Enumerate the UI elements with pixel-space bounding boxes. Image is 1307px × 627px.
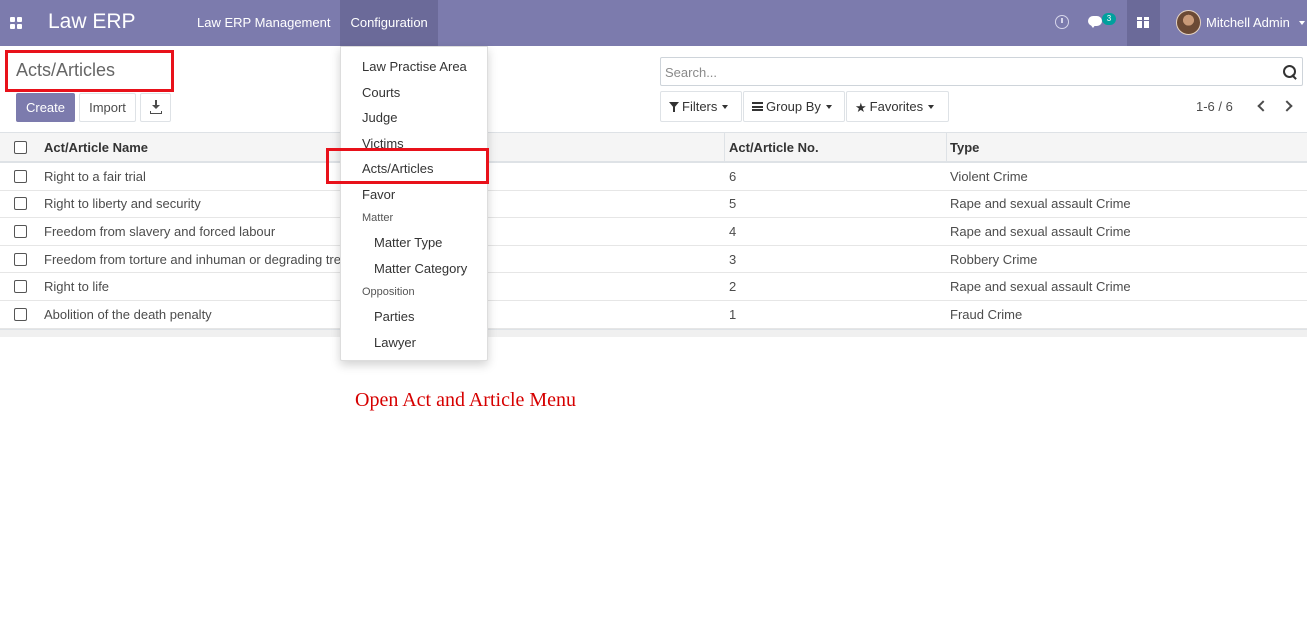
favorites-label: Favorites [869,99,924,114]
row-checkbox[interactable] [14,169,27,183]
menu-item-parties[interactable]: Parties [374,309,414,324]
row-number: 2 [729,279,737,295]
list-footer [0,328,1307,337]
menu-section-matter: Matter [362,212,394,224]
row-number: 4 [729,223,737,239]
row-name: Freedom from torture and inhuman or degr… [44,251,340,267]
table-row[interactable]: Right to liberty and security 5 Rape and… [0,190,1307,219]
column-header-number[interactable]: Act/Article No. [729,133,939,161]
menu-item-law-practise-area[interactable]: Law Practise Area [362,59,467,74]
column-header-name[interactable]: Act/Article Name [44,133,340,161]
chevron-left-icon[interactable] [1255,99,1269,113]
main-menu: Law ERP Management Configuration [187,0,438,46]
row-name: Right to life [44,279,110,295]
row-checkbox[interactable] [14,252,27,266]
row-type: Rape and sexual assault Crime [950,223,1131,239]
apps-menu-icon[interactable] [10,17,22,29]
row-type: Rape and sexual assault Crime [950,196,1131,212]
menu-configuration[interactable]: Configuration [340,0,438,46]
table-row[interactable]: Right to a fair trial 6 Violent Crime [0,163,1307,191]
group-by-label: Group By [766,99,821,114]
caret-down-icon [825,104,832,109]
gift-icon [1137,17,1149,28]
create-button[interactable]: Create [16,93,75,122]
row-number: 3 [729,251,737,267]
menu-item-judge[interactable]: Judge [362,110,397,125]
pager-value[interactable]: 1-6 / 6 [1196,99,1233,114]
row-name: Abolition of the death penalty [44,306,212,322]
annotation-caption: Open Act and Article Menu [355,389,577,411]
search-icon[interactable] [1283,65,1297,79]
filters-label: Filters [682,99,718,114]
download-icon [152,100,160,110]
chat-count-badge: 3 [1102,13,1116,25]
caret-down-icon [928,104,935,109]
group-by-button[interactable]: Group By [743,91,845,122]
import-button[interactable]: Import [79,93,136,122]
favorites-button[interactable]: ★ Favorites [846,91,949,122]
table-row[interactable]: Right to life 2 Rape and sexual assault … [0,273,1307,301]
table-row[interactable]: Freedom from slavery and forced labour 4… [0,218,1307,246]
gift-button[interactable] [1127,0,1160,46]
table-row[interactable]: Freedom from torture and inhuman or degr… [0,245,1307,274]
user-menu[interactable]: Mitchell Admin [1176,0,1307,46]
menu-item-matter-category[interactable]: Matter Category [374,261,467,276]
configuration-dropdown: Law Practise Area Courts Judge Victims A… [340,46,488,361]
activity-clock-icon[interactable] [1055,15,1069,29]
records-list: Act/Article Name Act/Article No. Type Ri… [0,132,1307,337]
star-icon: ★ [855,100,867,116]
bars-icon [752,102,763,112]
search-box [660,57,1303,86]
select-all-checkbox[interactable] [14,140,27,154]
caret-down-icon [722,104,729,109]
row-type: Violent Crime [950,168,1028,184]
filters-button[interactable]: Filters [660,91,742,122]
menu-item-lawyer[interactable]: Lawyer [374,335,416,350]
menu-law-erp-management[interactable]: Law ERP Management [187,0,340,46]
menu-item-courts[interactable]: Courts [362,85,400,100]
column-header-type[interactable]: Type [950,133,1300,161]
menu-highlight-box [326,148,489,184]
menu-section-opposition: Opposition [362,286,415,298]
row-type: Fraud Crime [950,306,1023,322]
row-name: Right to liberty and security [44,196,201,212]
chevron-right-icon[interactable] [1281,99,1295,113]
row-type: Robbery Crime [950,251,1038,267]
row-name: Freedom from slavery and forced labour [44,223,276,239]
row-number: 1 [729,306,737,322]
row-checkbox[interactable] [14,307,27,321]
search-input[interactable] [665,62,1265,82]
filter-icon [669,101,679,112]
row-checkbox[interactable] [14,224,27,238]
row-checkbox[interactable] [14,280,27,294]
user-name: Mitchell Admin [1206,15,1290,30]
row-checkbox[interactable] [14,197,27,211]
row-name: Right to a fair trial [44,168,146,184]
export-button[interactable] [140,93,171,122]
app-brand[interactable]: Law ERP [48,10,136,34]
list-header: Act/Article Name Act/Article No. Type [0,132,1307,163]
avatar [1176,10,1201,35]
menu-item-favor[interactable]: Favor [362,187,395,202]
row-type: Rape and sexual assault Crime [950,279,1131,295]
top-navbar: Law ERP Law ERP Management Configuration… [0,0,1307,46]
row-number: 6 [729,168,737,184]
menu-item-matter-type[interactable]: Matter Type [374,235,442,250]
row-number: 5 [729,196,737,212]
table-row[interactable]: Abolition of the death penalty 1 Fraud C… [0,300,1307,329]
title-highlight-box [5,50,174,92]
chevron-down-icon [1299,21,1305,25]
